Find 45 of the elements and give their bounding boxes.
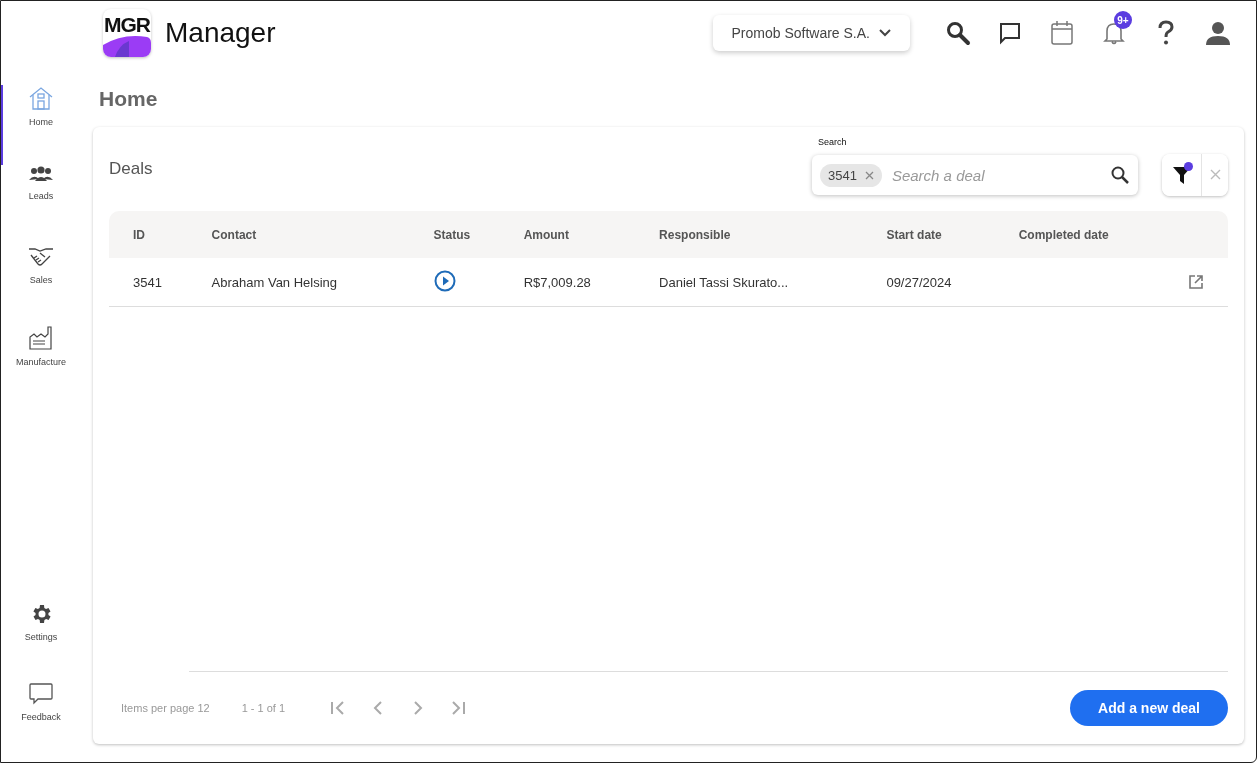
sidebar-item[interactable]: Feedback xyxy=(1,682,81,762)
column-header: Start date xyxy=(862,211,995,258)
column-header: Status xyxy=(409,211,500,258)
chevron-down-icon xyxy=(878,28,892,38)
filter-button[interactable] xyxy=(1162,154,1202,196)
column-header: ID xyxy=(109,211,188,258)
sidebar-item[interactable]: Home xyxy=(1,85,81,165)
sidebar-item[interactable]: Manufacture xyxy=(1,325,81,405)
table-cell: 3541 xyxy=(109,258,188,307)
app-title: Manager xyxy=(165,17,276,49)
search-icon[interactable] xyxy=(1110,165,1130,185)
column-header: Amount xyxy=(499,211,636,258)
items-per-page: Items per page 12 xyxy=(121,702,210,714)
close-icon xyxy=(1209,169,1221,180)
table-cell: Abraham Van Helsing xyxy=(187,258,410,307)
column-header: Contact xyxy=(187,211,410,258)
table-cell: Daniel Tassi Skurato... xyxy=(635,258,863,307)
house-icon xyxy=(28,85,54,111)
add-deal-button[interactable]: Add a new deal xyxy=(1070,690,1228,726)
open-external-icon[interactable] xyxy=(1188,274,1204,290)
page-range: 1 - 1 of 1 xyxy=(241,702,286,714)
sidebar-item[interactable]: Leads xyxy=(1,165,81,245)
factory-icon xyxy=(28,325,54,351)
handshake-icon xyxy=(28,245,54,269)
table-cell: 09/27/2024 xyxy=(862,258,995,307)
sidebar-item[interactable]: Sales xyxy=(1,245,81,325)
chat-icon[interactable] xyxy=(998,21,1022,45)
notification-badge: 9+ xyxy=(1114,11,1132,29)
sidebar-item[interactable]: Settings xyxy=(1,602,81,682)
column-header: Responsible xyxy=(635,211,863,258)
table-cell: R$7,009.28 xyxy=(499,258,636,307)
last-page-icon[interactable] xyxy=(449,699,468,717)
search-icon[interactable] xyxy=(945,20,971,46)
filter-chip: 3541 xyxy=(820,163,882,187)
app-logo: MGR xyxy=(103,9,151,57)
calendar-icon[interactable] xyxy=(1050,20,1074,46)
company-dropdown[interactable]: Promob Software S.A. xyxy=(713,15,910,51)
user-icon[interactable] xyxy=(1205,20,1231,46)
speech-bubble-icon xyxy=(28,682,54,706)
help-icon[interactable] xyxy=(1157,20,1175,46)
column-header: Completed date xyxy=(994,211,1164,258)
search-label: Search xyxy=(818,137,847,147)
card-title: Deals xyxy=(109,159,153,179)
page-title: Home xyxy=(99,87,159,112)
play-status-icon xyxy=(433,269,456,292)
